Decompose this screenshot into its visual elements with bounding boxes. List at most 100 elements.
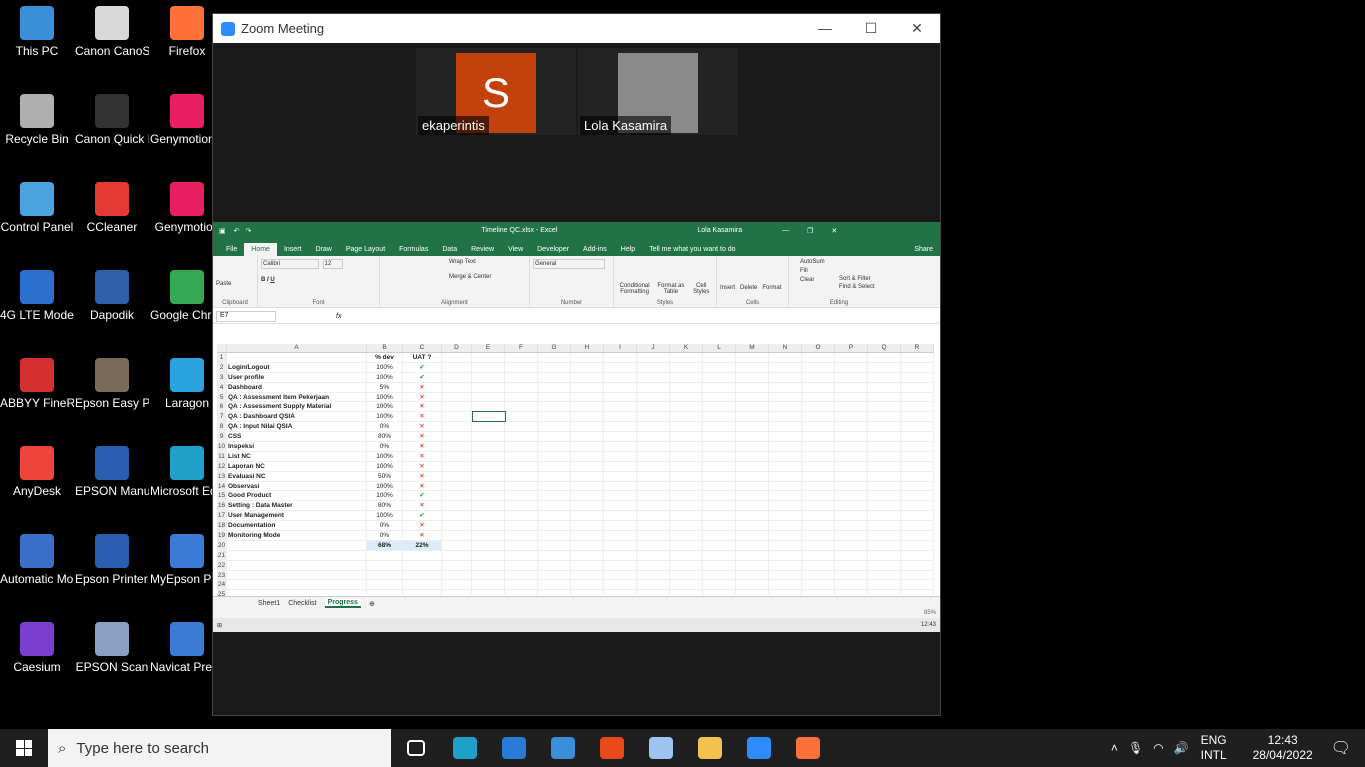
cell[interactable] bbox=[769, 451, 802, 461]
cell[interactable] bbox=[868, 353, 901, 362]
cell[interactable] bbox=[505, 392, 538, 402]
cell[interactable] bbox=[670, 382, 703, 392]
cell[interactable] bbox=[868, 471, 901, 481]
cell[interactable] bbox=[835, 521, 868, 531]
cell[interactable] bbox=[472, 432, 505, 442]
taskbar-app[interactable] bbox=[587, 729, 636, 767]
row-number[interactable]: 19 bbox=[217, 531, 227, 540]
underline-button[interactable]: U bbox=[270, 277, 274, 283]
row-number[interactable]: 23 bbox=[217, 570, 227, 580]
cell[interactable] bbox=[769, 422, 802, 432]
cross-icon[interactable]: ✕ bbox=[403, 451, 442, 461]
cell[interactable] bbox=[442, 392, 472, 402]
cell[interactable] bbox=[868, 550, 901, 560]
cell[interactable] bbox=[703, 412, 736, 422]
column-header[interactable]: B bbox=[367, 344, 403, 352]
cross-icon[interactable]: ✕ bbox=[403, 471, 442, 481]
column-header[interactable]: Q bbox=[868, 344, 901, 352]
cell[interactable] bbox=[703, 442, 736, 451]
cell[interactable] bbox=[835, 442, 868, 451]
cell[interactable] bbox=[637, 531, 670, 540]
cell[interactable] bbox=[901, 481, 934, 491]
cell[interactable] bbox=[736, 412, 769, 422]
cell[interactable] bbox=[802, 511, 835, 521]
cell[interactable] bbox=[538, 570, 571, 580]
tab-draw[interactable]: Draw bbox=[308, 243, 338, 256]
tab-help[interactable]: Help bbox=[614, 243, 642, 256]
cell[interactable] bbox=[472, 382, 505, 392]
cell[interactable] bbox=[901, 372, 934, 382]
cross-icon[interactable]: ✕ bbox=[403, 531, 442, 540]
column-header[interactable]: D bbox=[442, 344, 472, 352]
cross-icon[interactable]: ✕ bbox=[403, 432, 442, 442]
cell[interactable] bbox=[868, 531, 901, 540]
cell[interactable] bbox=[736, 432, 769, 442]
cell[interactable] bbox=[835, 382, 868, 392]
cell[interactable] bbox=[802, 521, 835, 531]
cell[interactable] bbox=[505, 353, 538, 362]
column-header[interactable]: I bbox=[604, 344, 637, 352]
tab-developer[interactable]: Developer bbox=[530, 243, 576, 256]
font-size-select[interactable]: 12 bbox=[322, 259, 343, 269]
cell[interactable] bbox=[670, 560, 703, 570]
feature-cell[interactable]: Monitoring Mode bbox=[227, 531, 367, 540]
cell[interactable] bbox=[802, 531, 835, 540]
cell[interactable] bbox=[442, 353, 472, 362]
cell[interactable] bbox=[835, 402, 868, 412]
cell[interactable] bbox=[802, 402, 835, 412]
cell[interactable] bbox=[367, 580, 403, 590]
cell[interactable] bbox=[901, 471, 934, 481]
cell[interactable] bbox=[571, 481, 604, 491]
cell[interactable] bbox=[538, 432, 571, 442]
cell[interactable] bbox=[736, 560, 769, 570]
cell[interactable] bbox=[571, 392, 604, 402]
cell[interactable] bbox=[505, 521, 538, 531]
cell[interactable] bbox=[538, 372, 571, 382]
cell[interactable] bbox=[868, 402, 901, 412]
cell[interactable] bbox=[505, 422, 538, 432]
cell[interactable] bbox=[670, 481, 703, 491]
cell[interactable] bbox=[538, 501, 571, 511]
cell[interactable] bbox=[868, 382, 901, 392]
cell[interactable] bbox=[538, 531, 571, 540]
cell[interactable] bbox=[769, 362, 802, 372]
cell[interactable] bbox=[736, 471, 769, 481]
row-number[interactable]: 8 bbox=[217, 422, 227, 432]
cell[interactable] bbox=[571, 412, 604, 422]
cell[interactable] bbox=[670, 471, 703, 481]
feature-cell[interactable]: Setting : Data Master bbox=[227, 501, 367, 511]
cell[interactable] bbox=[403, 560, 442, 570]
cell[interactable] bbox=[367, 570, 403, 580]
cell[interactable] bbox=[637, 461, 670, 471]
cell[interactable] bbox=[442, 432, 472, 442]
cell[interactable] bbox=[835, 540, 868, 550]
cell[interactable] bbox=[637, 471, 670, 481]
cell[interactable] bbox=[835, 353, 868, 362]
percent-cell[interactable]: 5% bbox=[367, 382, 403, 392]
cell[interactable] bbox=[868, 521, 901, 531]
feature-cell[interactable]: Laporan NC bbox=[227, 461, 367, 471]
cell[interactable] bbox=[901, 521, 934, 531]
cell[interactable] bbox=[769, 521, 802, 531]
cell[interactable] bbox=[227, 540, 367, 550]
cell[interactable] bbox=[769, 471, 802, 481]
cell[interactable] bbox=[505, 432, 538, 442]
cell[interactable] bbox=[868, 491, 901, 501]
cell[interactable] bbox=[703, 353, 736, 362]
cell[interactable] bbox=[571, 501, 604, 511]
cell[interactable] bbox=[472, 511, 505, 521]
header-cell[interactable]: % dev bbox=[367, 353, 403, 362]
cell[interactable] bbox=[703, 511, 736, 521]
column-header[interactable]: N bbox=[769, 344, 802, 352]
cell[interactable] bbox=[403, 550, 442, 560]
cell[interactable] bbox=[538, 412, 571, 422]
cell[interactable] bbox=[505, 461, 538, 471]
cell[interactable] bbox=[442, 580, 472, 590]
cell[interactable] bbox=[571, 540, 604, 550]
cell[interactable] bbox=[901, 531, 934, 540]
cross-icon[interactable]: ✕ bbox=[403, 412, 442, 422]
cell[interactable] bbox=[538, 481, 571, 491]
row-number[interactable]: 11 bbox=[217, 451, 227, 461]
cell[interactable] bbox=[769, 540, 802, 550]
cell[interactable] bbox=[802, 432, 835, 442]
